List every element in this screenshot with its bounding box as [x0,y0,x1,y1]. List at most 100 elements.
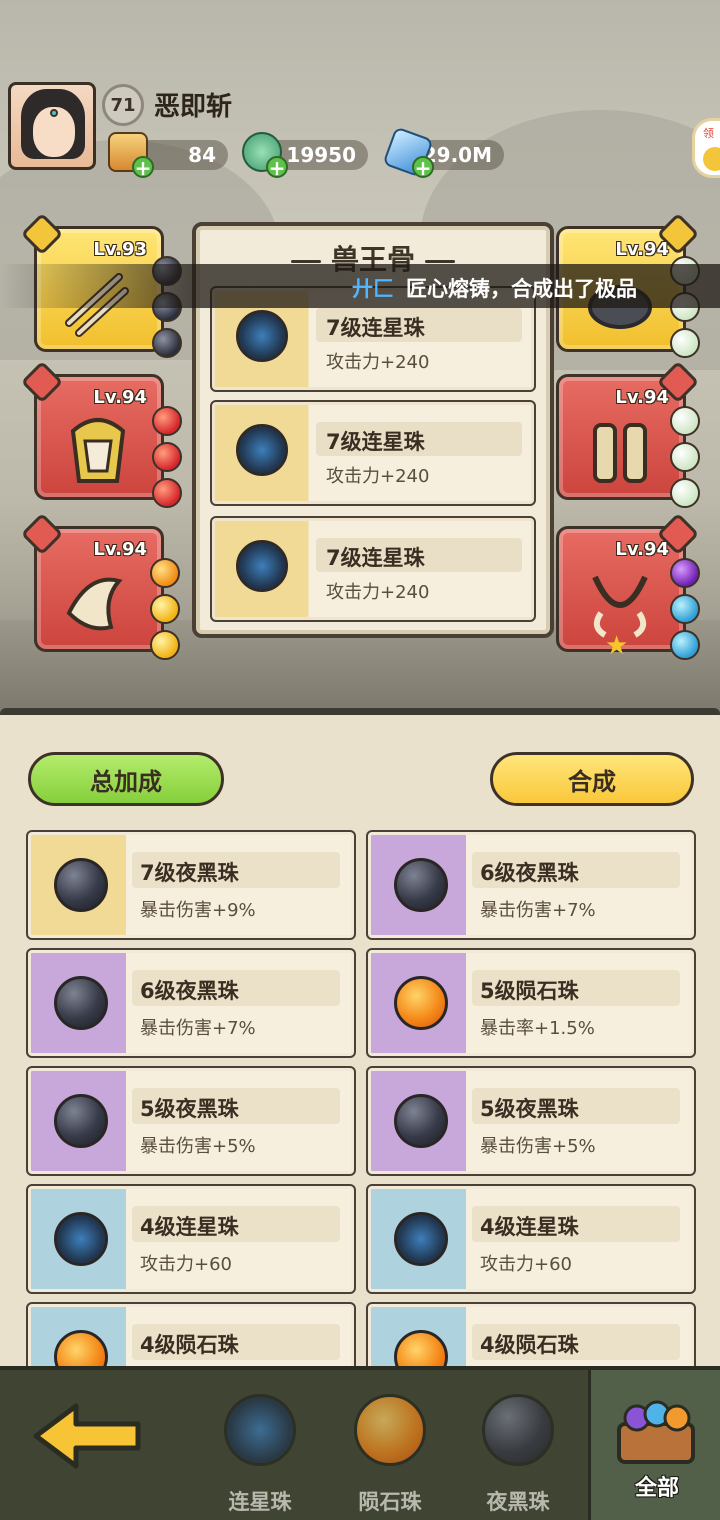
gem-stat: 暴击伤害+7% [140,1018,256,1039]
gem-name: 4级陨石珠 [480,1333,579,1357]
star-gem-icon [394,1212,448,1266]
bone-necklace-icon [592,575,648,638]
tab-label: 夜黑珠 [486,1490,550,1514]
meteor-gem-icon [394,1330,448,1366]
tab-label: 连星珠 [228,1490,292,1514]
resource-jade[interactable]: + 19950 [242,132,368,178]
broadcast-marquee: 廾匚 匠心熔铸，合成出了极品 [0,264,720,308]
gem-card[interactable]: 4级陨石珠 [26,1302,356,1366]
pale-gem-icon [670,478,700,508]
gem-card[interactable]: 4级陨石珠 [366,1302,696,1366]
meteor-gem-icon [54,1330,108,1366]
equipment-level: Lv.94 [615,539,669,560]
star-gem-icon [236,540,288,592]
gem-name: 5级夜黑珠 [140,1097,239,1121]
treasure-chest-icon [617,1400,695,1464]
equipment-level: Lv.94 [615,387,669,408]
equipment-level: Lv.93 [93,239,147,260]
popup-gem-item[interactable]: 7级连星珠 攻击力+240 [210,400,536,506]
tab-label: 全部 [634,1476,679,1501]
add-icon[interactable]: + [266,156,288,178]
player-name: 恶即斩 [154,92,233,122]
gold-gem-icon [150,594,180,624]
star-gem-icon [236,310,288,362]
equipment-slot-necklace[interactable]: Lv.94 ★ [556,512,700,661]
purple-gem-icon [670,558,700,588]
scene-divider [0,708,720,715]
gem-card[interactable]: 4级连星珠 攻击力+60 [366,1184,696,1294]
bone-leggings-icon [593,423,647,483]
gem-card[interactable]: 6级夜黑珠 暴击伤害+7% [26,948,356,1058]
equipment-level: Lv.94 [93,387,147,408]
gem-name: 4级连星珠 [140,1215,239,1239]
broadcast-message: 匠心熔铸，合成出了极品 [406,277,637,301]
dark-gem-icon [54,1094,108,1148]
dark-gem-icon [54,976,108,1030]
side-reward-button[interactable]: 领 [692,118,720,178]
tab-star-gem[interactable]: 连星珠 [200,1384,320,1514]
pale-gem-icon [670,328,700,358]
pale-gem-icon [670,442,700,472]
bone-armor-icon [70,418,126,483]
equipment-slot-leggings[interactable]: Lv.94 [556,360,700,500]
orange-gem-icon [150,558,180,588]
gem-stat: 攻击力+60 [140,1254,232,1275]
blue-gem-icon [670,594,700,624]
total-bonus-button[interactable]: 总加成 [28,752,224,806]
resource-scroll[interactable]: + 84 [108,132,228,178]
tab-dark-gem[interactable]: 夜黑珠 [458,1384,578,1514]
gem-stat: 攻击力+240 [326,466,430,487]
combine-button[interactable]: 合成 [490,752,694,806]
gem-card[interactable]: 5级陨石珠 暴击率+1.5% [366,948,696,1058]
meteor-gem-icon [394,976,448,1030]
add-icon[interactable]: + [132,156,154,178]
tab-meteor-gem[interactable]: 陨石珠 [330,1384,450,1514]
dark-gem-icon [394,1094,448,1148]
gem-name: 4级陨石珠 [140,1333,239,1357]
gem-name: 6级夜黑珠 [140,979,239,1003]
resource-jade-value: 19950 [286,143,356,167]
tab-all[interactable]: 全部 [588,1370,720,1520]
gem-card[interactable]: 7级夜黑珠 暴击伤害+9% [26,830,356,940]
popup-gem-item[interactable]: 7级连星珠 攻击力+240 [210,516,536,622]
equipment-gems [670,406,700,508]
equipment-level: Lv.94 [93,539,147,560]
dark-gem-icon [152,328,182,358]
gem-stat: 攻击力+60 [480,1254,572,1275]
gem-card[interactable]: 6级夜黑珠 暴击伤害+7% [366,830,696,940]
player-level-badge: 71 [102,84,144,126]
gem-stat: 暴击率+1.5% [480,1018,595,1039]
gem-list[interactable]: 7级夜黑珠 暴击伤害+9% 6级夜黑珠 暴击伤害+7% 6级夜黑珠 暴击伤害+7… [0,826,720,1366]
bottom-tab-bar: 连星珠 陨石珠 夜黑珠 全部 [0,1366,720,1520]
equipment-slot-accessory[interactable]: Lv.94 [20,512,164,652]
red-gem-icon [152,478,182,508]
equipment-gems [152,406,182,508]
swirl-decoration-icon [425,259,455,263]
resource-crystal[interactable]: + 129.0M [382,126,504,178]
player-avatar[interactable] [8,82,96,170]
equipment-gems [150,558,180,660]
back-arrow-icon[interactable] [30,1400,146,1472]
side-reward-label: 领 [703,127,714,140]
dark-gem-icon [394,858,448,912]
equipment-slot-armor[interactable]: Lv.94 [20,360,164,500]
star-gem-icon [224,1394,296,1466]
gem-stat: 攻击力+240 [326,582,430,603]
gem-card[interactable]: 4级连星珠 攻击力+60 [26,1184,356,1294]
gem-stat: 暴击伤害+9% [140,900,256,921]
meteor-gem-icon [354,1394,426,1466]
star-icon: ★ [605,631,629,661]
dark-gem-icon [482,1394,554,1466]
pale-gem-icon [670,406,700,436]
gem-card[interactable]: 5级夜黑珠 暴击伤害+5% [366,1066,696,1176]
gem-name: 5级夜黑珠 [480,1097,579,1121]
gem-stat: 暴击伤害+5% [140,1136,256,1157]
add-icon[interactable]: + [412,156,434,178]
gem-stat: 攻击力+240 [326,352,430,373]
gem-card[interactable]: 5级夜黑珠 暴击伤害+5% [26,1066,356,1176]
swirl-decoration-icon [290,259,321,263]
red-gem-icon [152,442,182,472]
broadcast-player[interactable]: 廾匚 [352,273,394,303]
equipment-level: Lv.94 [615,239,669,260]
bone-claw-icon [66,577,123,631]
